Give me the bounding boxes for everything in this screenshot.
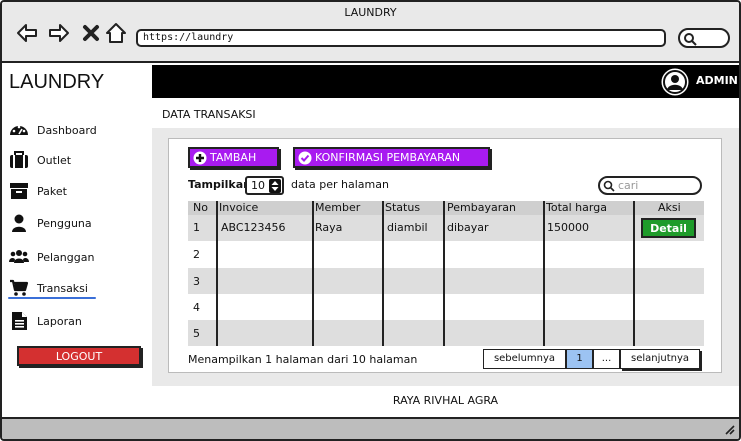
- page-size-stepper[interactable]: 10: [245, 176, 284, 195]
- prev-page-button[interactable]: sebelumnya: [483, 349, 566, 369]
- customers-icon: [8, 246, 30, 268]
- table-row: 1 ABC123456 Raya diambil dibayar 150000: [188, 215, 704, 241]
- user-name: ADMIN: [696, 74, 738, 87]
- table-row: 2: [188, 241, 704, 268]
- package-icon: [8, 180, 30, 202]
- pagination-info: Menampilkan 1 halaman dari 10 halaman: [188, 353, 418, 366]
- column-divider: [312, 201, 314, 346]
- sidebar-item-pelanggan[interactable]: Pelanggan: [8, 245, 148, 269]
- column-divider: [382, 201, 384, 346]
- search-input[interactable]: cari: [598, 176, 702, 195]
- header-total: Total harga: [546, 201, 607, 214]
- per-page-label: data per halaman: [291, 178, 389, 191]
- confirm-payment-button[interactable]: KONFIRMASI PEMBAYARAN: [293, 147, 490, 168]
- sidebar-item-paket[interactable]: Paket: [8, 179, 148, 203]
- home-icon[interactable]: [105, 22, 127, 44]
- check-circle-icon: [298, 151, 312, 164]
- table-header-row: No Invoice Member Status Pembayaran Tota…: [188, 201, 704, 215]
- column-divider: [543, 201, 545, 346]
- header-status: Status: [385, 201, 421, 214]
- sidebar-item-label: Paket: [37, 184, 67, 198]
- transactions-table: No Invoice Member Status Pembayaran Tota…: [188, 201, 704, 346]
- sidebar-item-label: Pengguna: [37, 216, 92, 230]
- header-payment: Pembayaran: [447, 201, 516, 214]
- confirm-payment-label: KONFIRMASI PEMBAYARAN: [315, 151, 461, 164]
- header-action: Aksi: [658, 201, 681, 214]
- footer-text: RAYA RIVHAL AGRA: [392, 394, 499, 407]
- page-1-button[interactable]: 1: [566, 349, 593, 369]
- sidebar-item-label: Dashboard: [37, 123, 97, 137]
- search-placeholder: cari: [618, 179, 639, 192]
- report-icon: [8, 310, 30, 332]
- cell-no: 5: [193, 327, 200, 340]
- add-button-label: TAMBAH: [210, 151, 257, 164]
- search-icon: [603, 180, 615, 192]
- resize-grip-icon[interactable]: [723, 423, 735, 435]
- user-icon: [8, 212, 30, 234]
- brand-title: LAUNDRY: [9, 71, 105, 93]
- show-label: Tampilkan: [188, 178, 251, 191]
- column-divider: [216, 201, 218, 346]
- dashboard-icon: [8, 119, 30, 141]
- browser-window: LAUNDRY https://laundry LAUNDRY Dashboar…: [0, 0, 741, 441]
- column-divider: [443, 201, 445, 346]
- forward-arrow-icon[interactable]: [48, 22, 70, 44]
- sidebar-item-outlet[interactable]: Outlet: [8, 148, 148, 172]
- sidebar-item-label: Transaksi: [37, 281, 88, 295]
- top-bar: ADMIN: [152, 65, 739, 98]
- detail-button[interactable]: Detail: [641, 218, 696, 238]
- search-icon: [684, 33, 697, 46]
- browser-search-button[interactable]: [678, 28, 730, 48]
- header-no: No: [193, 201, 208, 214]
- sidebar-item-label: Outlet: [37, 153, 72, 167]
- outlet-icon: [8, 149, 30, 171]
- back-arrow-icon[interactable]: [16, 22, 38, 44]
- next-page-button[interactable]: selanjutnya: [620, 349, 700, 369]
- page-title: DATA TRANSAKSI: [162, 108, 256, 121]
- status-bar: [2, 417, 739, 439]
- page-size-value: 10: [251, 179, 265, 192]
- plus-circle-icon: [193, 151, 207, 164]
- browser-chrome: LAUNDRY https://laundry: [2, 2, 739, 63]
- table-row: 3: [188, 268, 704, 294]
- stepper-arrows-icon[interactable]: [269, 179, 281, 193]
- header-invoice: Invoice: [219, 201, 259, 214]
- table-row: 4: [188, 294, 704, 320]
- window-title: LAUNDRY: [344, 6, 397, 19]
- table-row: 5: [188, 320, 704, 346]
- page-ellipsis: ...: [593, 349, 620, 369]
- logout-button[interactable]: LOGOUT: [17, 346, 141, 366]
- avatar-icon[interactable]: [661, 68, 689, 96]
- sidebar-item-label: Pelanggan: [37, 250, 95, 264]
- sidebar-item-label: Laporan: [37, 314, 82, 328]
- sidebar-item-laporan[interactable]: Laporan: [8, 309, 148, 333]
- sidebar: LAUNDRY Dashboard Outlet Paket Pengguna …: [2, 65, 152, 417]
- sidebar-item-pengguna[interactable]: Pengguna: [8, 211, 148, 235]
- column-divider: [633, 201, 635, 346]
- active-indicator: [8, 297, 96, 299]
- cart-icon: [8, 277, 30, 299]
- stop-icon[interactable]: [80, 22, 102, 44]
- add-button[interactable]: TAMBAH: [188, 147, 279, 168]
- header-member: Member: [315, 201, 361, 214]
- url-bar[interactable]: https://laundry: [136, 29, 666, 47]
- sidebar-item-dashboard[interactable]: Dashboard: [8, 118, 148, 142]
